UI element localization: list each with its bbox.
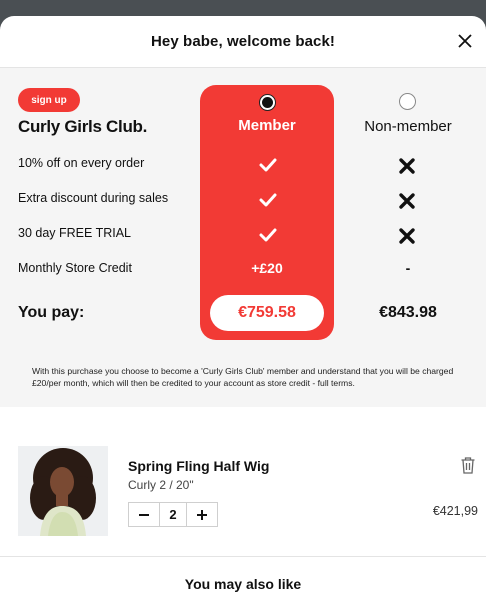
membership-panel: sign up Curly Girls Club. Member Non-mem… (0, 68, 486, 407)
cross-icon (397, 156, 417, 176)
non-member-radio[interactable] (399, 93, 416, 110)
check-icon (258, 190, 278, 210)
member-price: €759.58 (210, 295, 324, 331)
benefit-label: Monthly Store Credit (18, 261, 132, 275)
non-member-store-credit: - (405, 260, 411, 276)
cart-line-item: Spring Fling Half Wig Curly 2 / 20" 2 €4… (0, 407, 486, 557)
club-brand-name: Curly Girls Club. (18, 117, 148, 136)
drawer-title: Hey babe, welcome back! (150, 33, 336, 50)
increase-quantity-button[interactable] (187, 503, 217, 526)
non-member-price: €843.98 (379, 304, 437, 321)
sign-up-badge[interactable]: sign up (18, 88, 80, 112)
cross-icon (397, 226, 417, 246)
benefit-label: 10% off on every order (18, 156, 145, 170)
quantity-value[interactable]: 2 (159, 503, 187, 526)
check-icon (258, 155, 278, 175)
member-label: Member (238, 117, 296, 134)
recommendations-title: You may also like (184, 576, 302, 592)
check-icon (258, 225, 278, 245)
membership-disclaimer: With this purchase you choose to become … (32, 366, 454, 388)
trash-icon[interactable] (460, 456, 476, 474)
member-store-credit: +£20 (251, 260, 283, 276)
close-icon[interactable] (454, 30, 476, 52)
product-name[interactable]: Spring Fling Half Wig (128, 458, 269, 474)
quantity-stepper: 2 (128, 502, 218, 527)
decrease-quantity-button[interactable] (129, 503, 159, 526)
benefit-label: Extra discount during sales (18, 191, 169, 205)
benefit-label: 30 day FREE TRIAL (18, 226, 132, 240)
you-pay-label: You pay: (18, 304, 85, 321)
non-member-label: Non-member (364, 118, 452, 135)
product-price: €421,99 (432, 504, 478, 518)
member-radio[interactable] (259, 94, 276, 111)
product-variant: Curly 2 / 20" (128, 478, 194, 492)
product-image[interactable] (18, 446, 108, 536)
drawer-header: Hey babe, welcome back! (0, 16, 486, 68)
cross-icon (397, 191, 417, 211)
cart-drawer: Hey babe, welcome back! sign up Curly Gi… (0, 16, 486, 592)
